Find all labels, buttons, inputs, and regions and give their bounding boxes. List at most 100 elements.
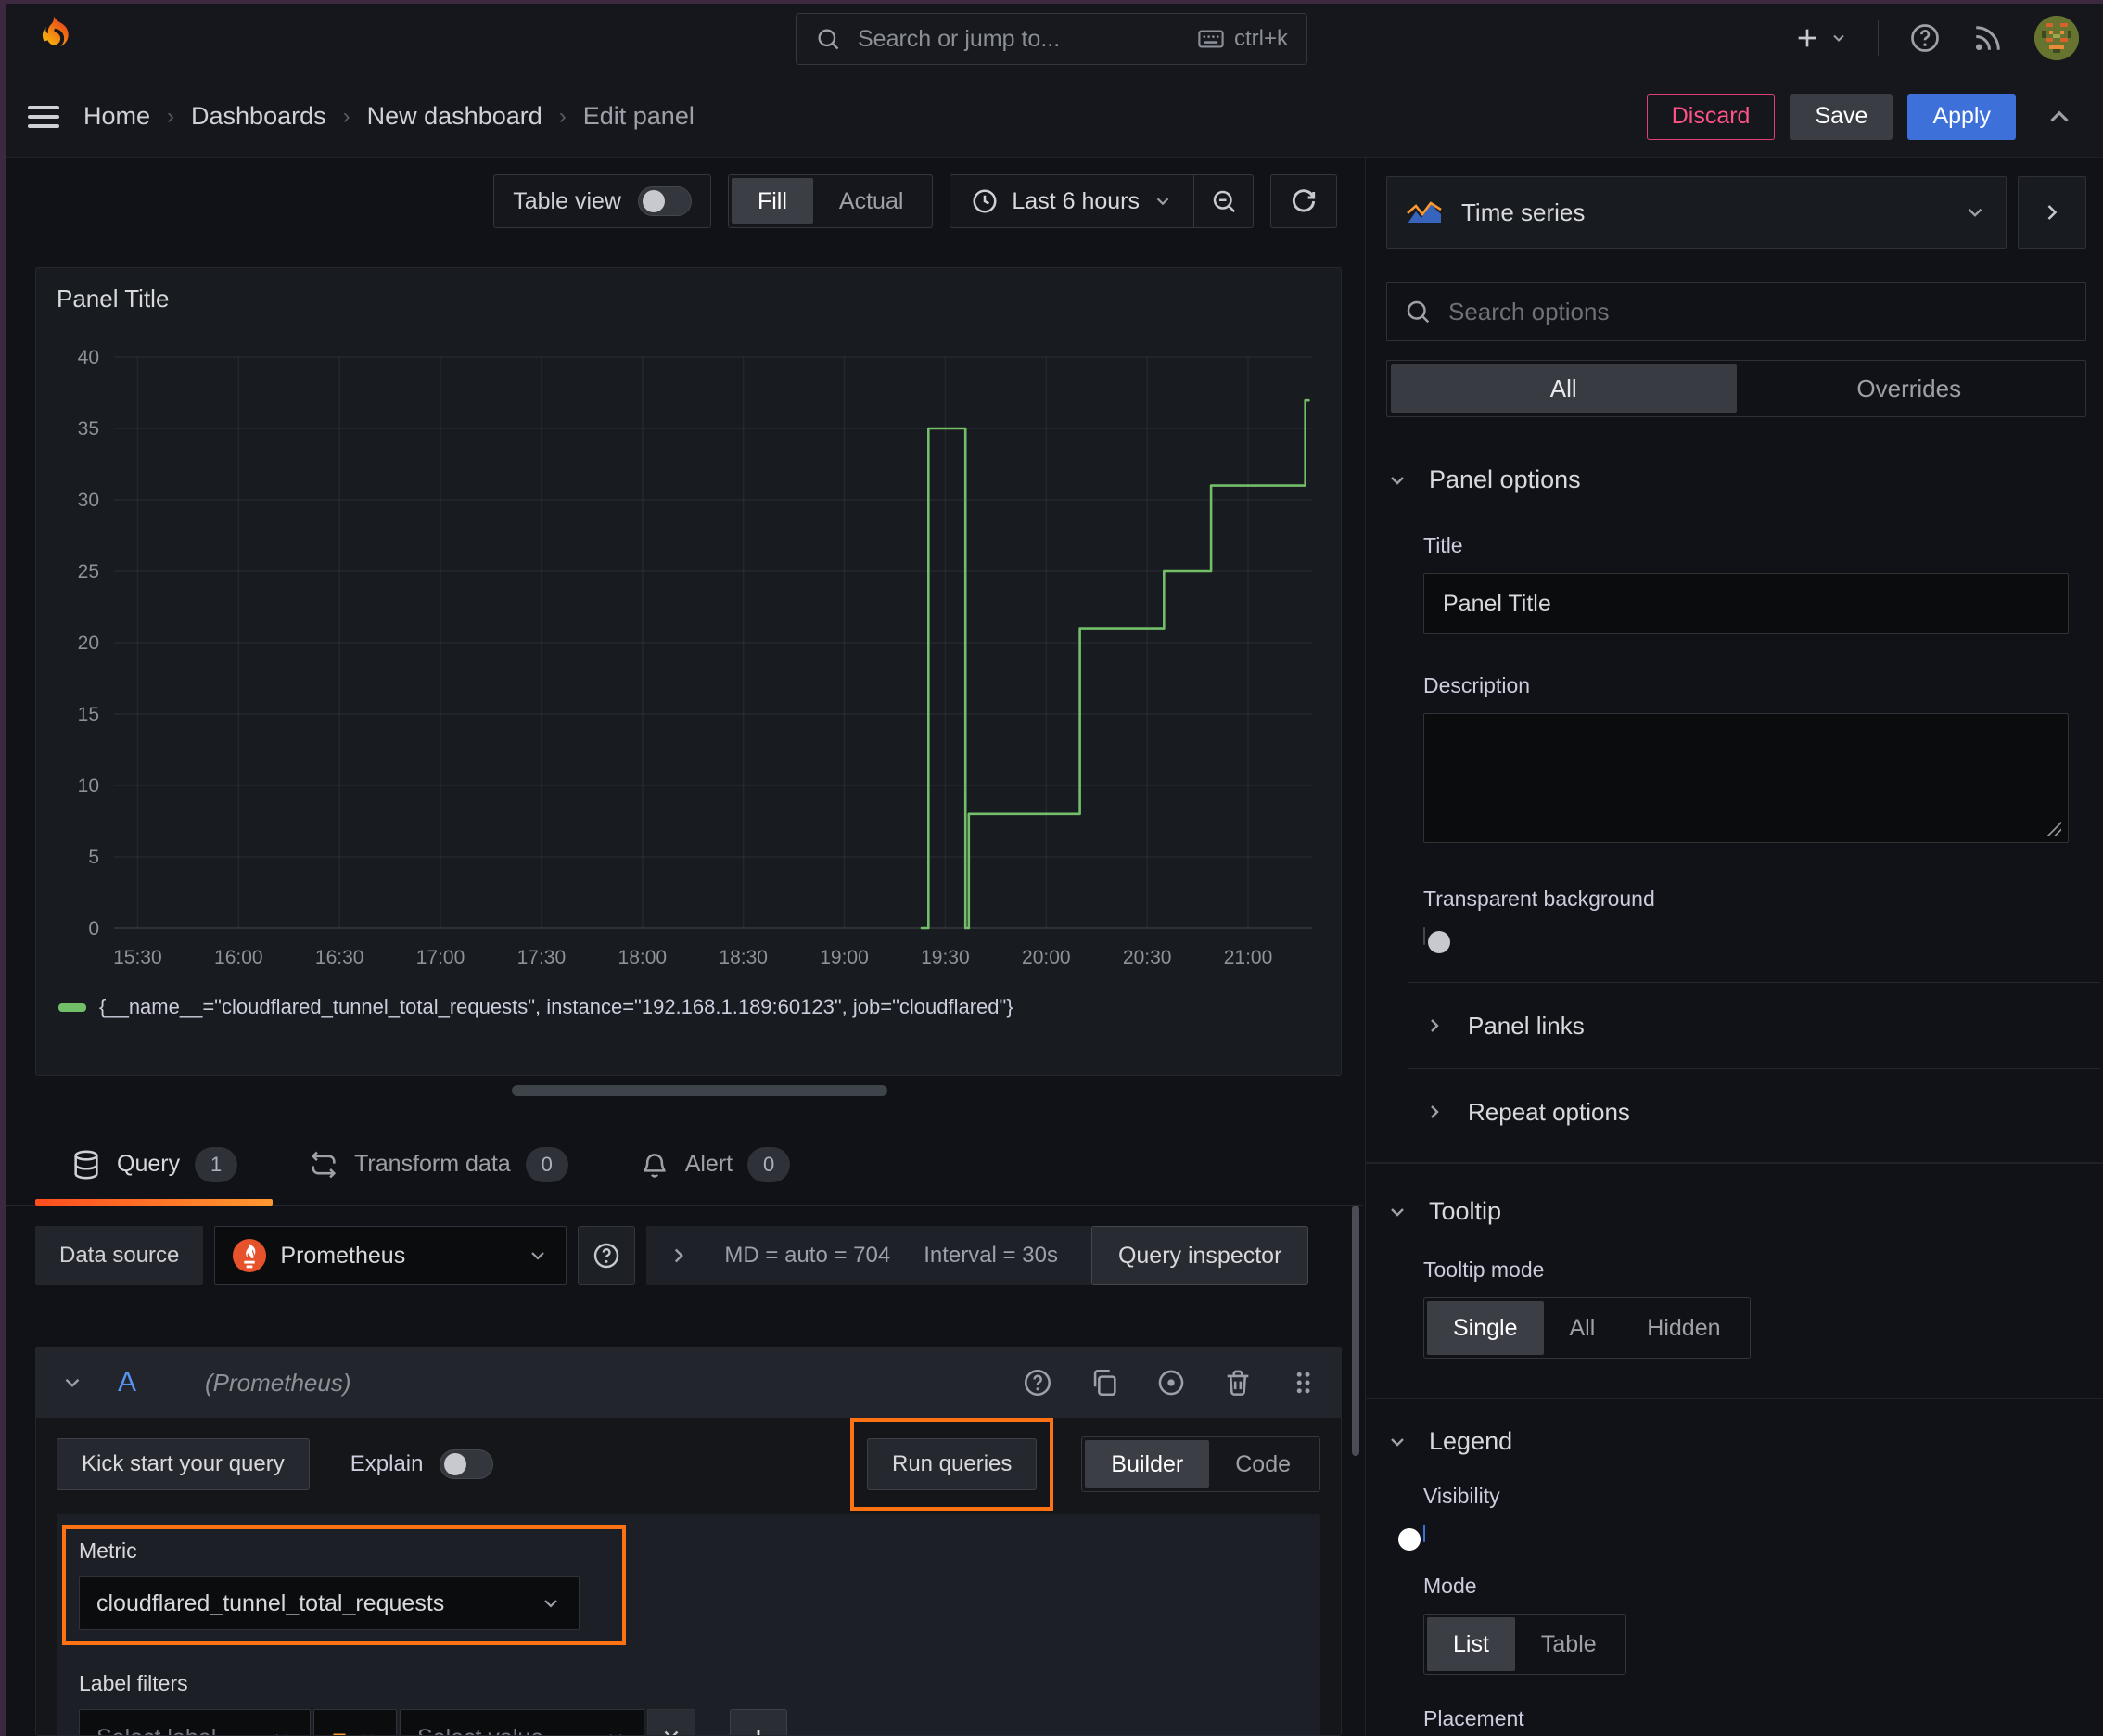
query-inspector-button[interactable]: Query inspector	[1090, 1226, 1309, 1285]
global-search[interactable]: ctrl+k	[796, 13, 1307, 65]
visualization-picker[interactable]: Time series	[1386, 176, 2007, 249]
menu-icon[interactable]	[28, 105, 59, 128]
section-divider	[1366, 1162, 2103, 1164]
transparent-background-toggle[interactable]	[1423, 927, 1425, 945]
left-pane-scrollbar[interactable]	[1352, 1206, 1359, 1456]
code-option[interactable]: Code	[1209, 1440, 1317, 1488]
new-button[interactable]	[1792, 23, 1848, 53]
timeseries-chart[interactable]: 0 5 10 15 20 25 30 35 40 15:30 16:00 16:30 17:00 17:3…	[51, 346, 1327, 973]
discard-button[interactable]: Discard	[1646, 93, 1776, 140]
remove-filter-button[interactable]	[647, 1709, 695, 1735]
save-button[interactable]: Save	[1790, 93, 1893, 140]
kick-start-query-button[interactable]: Kick start your query	[57, 1438, 310, 1490]
tab-transform-data[interactable]: Transform data 0	[273, 1124, 604, 1205]
builder-option[interactable]: Builder	[1085, 1440, 1210, 1488]
datasource-help-button[interactable]	[578, 1226, 636, 1285]
nav-divider	[1878, 20, 1879, 56]
apply-button[interactable]: Apply	[1907, 93, 2016, 140]
toggle-viz-suggestions-button[interactable]	[2018, 176, 2086, 249]
metric-select[interactable]: cloudflared_tunnel_total_requests	[79, 1576, 580, 1630]
tab-overrides[interactable]: Overrides	[1737, 364, 2083, 413]
breadcrumb-separator: ›	[167, 103, 175, 129]
operator-dropdown[interactable]: =	[313, 1709, 397, 1735]
repeat-options-section[interactable]: Repeat options	[1423, 1069, 2086, 1155]
avatar[interactable]	[2034, 16, 2079, 60]
duplicate-query-icon[interactable]	[1089, 1367, 1120, 1398]
fill-option[interactable]: Fill	[731, 178, 813, 224]
metric-field: Metric cloudflared_tunnel_total_requests	[62, 1525, 626, 1645]
svg-text:20:30: 20:30	[1123, 947, 1172, 968]
explain-toggle[interactable]	[440, 1449, 494, 1479]
select-label-dropdown[interactable]: Select label	[79, 1709, 311, 1735]
tooltip-hidden-option[interactable]: Hidden	[1621, 1301, 1746, 1355]
select-value-placeholder: Select value	[417, 1725, 592, 1736]
textarea-resize-icon[interactable]	[2045, 820, 2061, 836]
zoom-out-icon	[1213, 190, 1235, 213]
chevron-right-icon[interactable]	[667, 1244, 691, 1268]
tooltip-all-option[interactable]: All	[1544, 1301, 1622, 1355]
news-icon[interactable]	[1971, 21, 2005, 55]
select-value-dropdown[interactable]: Select value	[400, 1709, 644, 1736]
tooltip-header[interactable]: Tooltip	[1386, 1197, 2086, 1226]
chevron-down-icon	[1968, 208, 1982, 217]
svg-text:18:30: 18:30	[719, 947, 768, 968]
svg-text:16:00: 16:00	[214, 947, 263, 968]
legend-visibility-toggle[interactable]	[1423, 1525, 1425, 1542]
tab-all-options[interactable]: All	[1391, 364, 1737, 413]
run-queries-wrap: Run queries	[849, 1418, 1054, 1511]
query-help-icon[interactable]	[1022, 1367, 1053, 1398]
disable-query-icon[interactable]	[1155, 1367, 1187, 1398]
breadcrumb-home[interactable]: Home	[83, 102, 150, 131]
refresh-button[interactable]	[1270, 174, 1337, 228]
timeseries-viz-icon	[1407, 201, 1442, 223]
panel-options-header[interactable]: Panel options	[1386, 466, 2086, 494]
tooltip-single-option[interactable]: Single	[1427, 1301, 1544, 1355]
zoom-out-time-button[interactable]	[1193, 175, 1253, 227]
visualization-row: Time series	[1386, 176, 2086, 249]
time-range-picker[interactable]: Last 6 hours	[950, 175, 1193, 227]
run-queries-button[interactable]: Run queries	[866, 1438, 1038, 1490]
drag-handle-icon[interactable]	[1289, 1367, 1317, 1398]
tab-query[interactable]: Query 1	[35, 1124, 274, 1206]
panel-title[interactable]: Panel Title	[57, 285, 169, 313]
add-filter-button[interactable]	[730, 1709, 787, 1735]
tab-alert[interactable]: Alert 0	[604, 1124, 825, 1205]
global-search-input[interactable]	[856, 24, 1182, 54]
breadcrumb-new-dashboard[interactable]: New dashboard	[367, 102, 542, 131]
panel-description-textarea[interactable]	[1423, 713, 2069, 843]
panel-resize-handle[interactable]	[512, 1085, 887, 1096]
actual-option[interactable]: Actual	[813, 178, 929, 224]
options-search-input[interactable]	[1447, 296, 2069, 327]
panel-links-section[interactable]: Panel links	[1423, 983, 2086, 1068]
help-icon[interactable]	[1908, 21, 1942, 55]
chevron-right-icon	[1431, 1105, 1439, 1118]
legend-mode-segment: List Table	[1423, 1614, 1626, 1675]
panel-toolbar: Table view Fill Actual Last 6 hours	[493, 174, 1337, 228]
panel-title-input[interactable]	[1423, 573, 2069, 634]
grafana-logo-icon[interactable]	[30, 14, 78, 62]
legend-series-label[interactable]: {__name__="cloudflared_tunnel_total_requ…	[99, 995, 1013, 1019]
chevron-down-icon[interactable]	[60, 1371, 84, 1395]
svg-text:15:30: 15:30	[113, 947, 162, 968]
search-icon	[1407, 300, 1430, 324]
legend-header[interactable]: Legend	[1386, 1427, 2086, 1456]
datasource-picker[interactable]: Prometheus	[214, 1226, 567, 1285]
query-options: MD = auto = 704 Interval = 30s Query ins…	[646, 1226, 1309, 1285]
question-circle-icon	[594, 1243, 619, 1269]
chart-legend[interactable]: {__name__="cloudflared_tunnel_total_requ…	[58, 995, 1013, 1019]
query-editor-header[interactable]: A (Prometheus)	[36, 1347, 1341, 1418]
breadcrumb-dashboards[interactable]: Dashboards	[191, 102, 326, 131]
clock-icon	[973, 189, 997, 213]
collapse-options-icon[interactable]	[2044, 101, 2075, 133]
table-view-toggle[interactable]	[637, 186, 692, 216]
chevron-down-icon	[531, 1252, 545, 1260]
transparent-background-label: Transparent background	[1423, 887, 1655, 911]
svg-text:17:00: 17:00	[416, 947, 465, 968]
options-search[interactable]	[1386, 282, 2086, 341]
chevron-down-icon	[1391, 1437, 1404, 1447]
delete-query-icon[interactable]	[1222, 1367, 1254, 1398]
chevron-down-icon	[363, 1734, 373, 1735]
mode-list-option[interactable]: List	[1427, 1617, 1515, 1671]
builder-code-segment: Builder Code	[1081, 1436, 1320, 1492]
mode-table-option[interactable]: Table	[1515, 1617, 1623, 1671]
